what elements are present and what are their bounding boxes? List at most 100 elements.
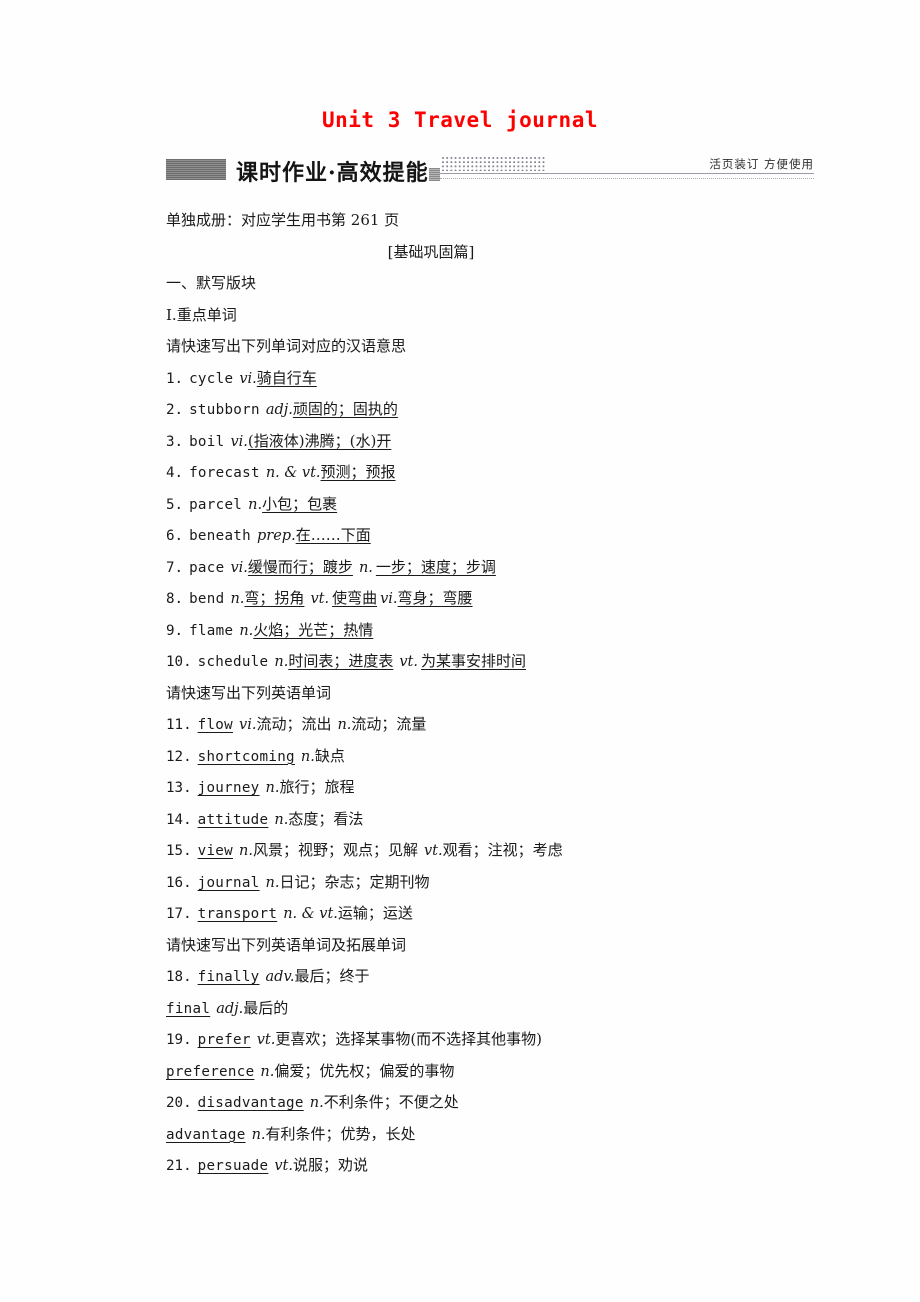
entry-answer: 时间表；进度表 xyxy=(288,652,394,670)
entry-number: 8. xyxy=(166,591,184,607)
section-banner: 课时作业·高效提能 活页装订 方便使用 xyxy=(166,155,814,191)
entry-meaning: 态度；看法 xyxy=(288,809,364,828)
entry-number: 19. xyxy=(166,1032,192,1048)
entry-meaning: 观看；注视；考虑 xyxy=(442,841,563,859)
entry-answer-word: view xyxy=(197,843,233,859)
part-heading-text: 一、默写版块 xyxy=(166,274,257,292)
entry-answer: 顽固的；固执的 xyxy=(292,400,398,418)
page-title: Unit 3 Travel journal xyxy=(321,108,598,132)
entry-number: 16. xyxy=(166,874,192,891)
entry-answer-word: shortcoming xyxy=(197,748,295,765)
entry-word: bend xyxy=(189,591,225,607)
entry-meaning: 缺点 xyxy=(314,746,345,765)
instruction-en-word-ext: 请快速写出下列英语单词及拓展单词 xyxy=(166,930,866,962)
word-entry: 2. stubborn adj.顽固的；固执的 xyxy=(166,394,866,426)
entry-pos: n. & vt. xyxy=(265,465,321,481)
entry-pos: vt. xyxy=(310,591,330,607)
banner-square-icon xyxy=(429,168,440,181)
entry-pos: n. xyxy=(248,496,263,513)
entry-pos: n. xyxy=(274,811,289,828)
subtitle-text: 单独成册：对应学生用书第 261 页 xyxy=(166,211,400,229)
entry-pos: vt. xyxy=(399,654,418,670)
word-entry: 10. schedule n.时间表；进度表 vt. 为某事安排时间 xyxy=(166,646,866,678)
instruction-text: 请快速写出下列单词对应的汉语意思 xyxy=(166,337,407,355)
entry-answer-word: persuade xyxy=(197,1158,269,1174)
entry-answer: 在……下面 xyxy=(295,526,371,544)
entry-word: schedule xyxy=(197,654,269,670)
word-entry: 13. journey n.旅行；旅程 xyxy=(166,772,866,804)
word-entry: 21. persuade vt.说服；劝说 xyxy=(166,1150,866,1182)
entry-answer: 火焰；光芒；热情 xyxy=(253,620,374,639)
entry-number: 12. xyxy=(166,748,192,765)
word-entry: 3. boil vi.(指液体)沸腾；(水)开 xyxy=(166,426,866,458)
entry-pos: n. xyxy=(260,1063,275,1080)
entry-number: 15. xyxy=(166,843,192,859)
entry-pos: vi. xyxy=(239,370,257,387)
word-entry: 5. parcel n.小包；包裹 xyxy=(166,489,866,521)
word-entry: 16. journal n.日记；杂志；定期刊物 xyxy=(166,867,866,899)
entry-meaning: 最后；终于 xyxy=(294,967,370,985)
entry-pos: n. xyxy=(239,843,253,859)
entry-answer: 弯；拐角 xyxy=(244,589,305,607)
section-tag-text: [基础巩固篇] xyxy=(387,242,475,261)
entry-pos: vt. xyxy=(256,1032,276,1048)
banner-title: 课时作业·高效提能 xyxy=(236,160,429,186)
word-entry: 6. beneath prep.在……下面 xyxy=(166,520,866,552)
entry-number: 21. xyxy=(166,1158,192,1174)
entry-answer: 预测；预报 xyxy=(320,463,396,481)
banner-dot-pattern-icon xyxy=(442,157,546,171)
entry-answer: (指液体)沸腾；(水)开 xyxy=(247,431,392,450)
entry-pos: n. & vt. xyxy=(283,906,338,922)
entry-pos: vi. xyxy=(230,433,248,450)
entry-number: 20. xyxy=(166,1095,192,1111)
entry-pos: vi. xyxy=(239,717,257,733)
banner-block-icon xyxy=(166,159,226,180)
banner-note: 活页装订 方便使用 xyxy=(709,157,814,171)
entry-number: 4. xyxy=(166,465,184,481)
entry-pos: vi. xyxy=(230,559,248,576)
word-list-en-word: 11. flow vi.流动；流出 n.流动；流量 12. shortcoming n.缺点… xyxy=(166,709,866,930)
entry-pos: n. xyxy=(337,717,352,733)
entry-word: flame xyxy=(189,622,234,639)
entry-answer-word: transport xyxy=(197,906,278,922)
entry-number: 2. xyxy=(166,402,184,418)
entry-number: 18. xyxy=(166,969,192,985)
word-entry: 12. shortcoming n.缺点 xyxy=(166,741,866,773)
document-body: 单独成册：对应学生用书第 261 页 [基础巩固篇] 一、默写版块 Ⅰ.重点单词… xyxy=(166,205,866,1182)
entry-pos: adj. xyxy=(216,1000,244,1017)
entry-pos: adj. xyxy=(265,402,293,418)
entry-pos: n. xyxy=(274,654,289,670)
banner-divider xyxy=(440,173,814,179)
entry-meaning: 旅行；旅程 xyxy=(279,778,355,796)
entry-meaning: 偏爱；优先权；偏爱的事物 xyxy=(274,1061,455,1080)
entry-word: parcel xyxy=(189,496,243,513)
word-entry: 11. flow vi.流动；流出 n.流动；流量 xyxy=(166,709,866,741)
word-entry-derivative: preference n.偏爱；优先权；偏爱的事物 xyxy=(166,1056,866,1088)
word-entry: 8. bend n.弯；拐角 vt. 使弯曲 vi.弯身；弯腰 xyxy=(166,583,866,615)
entry-answer-word: disadvantage xyxy=(197,1095,304,1111)
entry-answer: 骑自行车 xyxy=(256,368,317,387)
entry-meaning: 流动；流出 xyxy=(256,715,332,733)
word-entry: 19. prefer vt.更喜欢；选择某事物(而不选择其他事物) xyxy=(166,1024,866,1056)
word-entry: 17. transport n. & vt.运输；运送 xyxy=(166,898,866,930)
entry-number: 11. xyxy=(166,717,192,733)
word-entry-derivative: final adj.最后的 xyxy=(166,993,866,1025)
entry-pos: n. xyxy=(300,748,315,765)
entry-answer: 一步；速度；步调 xyxy=(375,557,496,576)
word-list-en-extended: 18. finally adv.最后；终于 final adj.最后的 19. prefer… xyxy=(166,961,866,1182)
entry-word: pace xyxy=(189,559,225,576)
entry-number: 10. xyxy=(166,654,192,670)
section-tag-line: [基础巩固篇] xyxy=(166,237,696,269)
subtitle-line: 单独成册：对应学生用书第 261 页 xyxy=(166,205,866,237)
entry-number: 9. xyxy=(166,622,184,639)
entry-pos: vi. xyxy=(380,591,398,607)
word-entry: 9. flame n.火焰；光芒；热情 xyxy=(166,615,866,647)
entry-word: forecast xyxy=(189,465,260,481)
entry-meaning: 不利条件；不便之处 xyxy=(323,1093,459,1111)
entry-word: beneath xyxy=(189,528,251,544)
word-entry: 20. disadvantage n.不利条件；不便之处 xyxy=(166,1087,866,1119)
word-entry: 14. attitude n.态度；看法 xyxy=(166,804,866,836)
entry-pos: n. xyxy=(265,874,280,891)
entry-pos: prep. xyxy=(257,528,296,544)
entry-answer-word: journal xyxy=(197,874,260,891)
